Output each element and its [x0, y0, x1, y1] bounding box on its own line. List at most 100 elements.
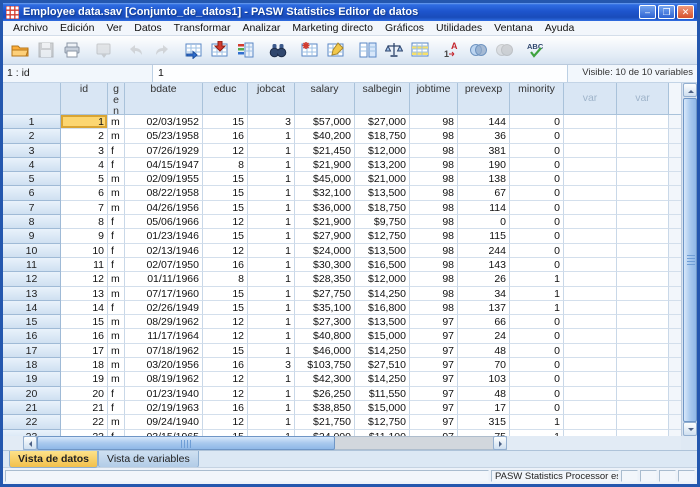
table-cell[interactable]: m	[108, 415, 125, 429]
table-cell[interactable]: 04/26/1956	[125, 201, 203, 215]
row-header-17[interactable]: 17	[3, 344, 61, 358]
table-cell[interactable]	[564, 329, 617, 343]
row-header-21[interactable]: 21	[3, 401, 61, 415]
table-cell[interactable]: 137	[458, 301, 510, 315]
table-cell[interactable]: 0	[510, 315, 564, 329]
table-cell[interactable]: 1	[248, 387, 295, 401]
table-cell[interactable]	[617, 186, 669, 200]
table-cell[interactable]	[564, 172, 617, 186]
table-cell[interactable]: 98	[410, 115, 458, 129]
column-header-minority-10[interactable]: minority	[510, 83, 564, 115]
table-cell[interactable]: m	[108, 272, 125, 286]
table-cell[interactable]: $21,450	[295, 144, 355, 158]
goto-variable-button[interactable]	[208, 38, 232, 62]
table-cell[interactable]: 0	[510, 387, 564, 401]
table-cell[interactable]: 0	[510, 229, 564, 243]
table-cell[interactable]: 0	[510, 115, 564, 129]
table-cell[interactable]	[564, 215, 617, 229]
table-cell[interactable]: 16	[61, 329, 108, 343]
table-cell[interactable]: $24,000	[295, 244, 355, 258]
table-cell[interactable]	[617, 301, 669, 315]
table-cell[interactable]: 0	[510, 158, 564, 172]
table-cell[interactable]: 36	[458, 129, 510, 143]
row-header-15[interactable]: 15	[3, 315, 61, 329]
table-cell[interactable]: m	[108, 344, 125, 358]
table-cell[interactable]	[564, 401, 617, 415]
table-cell[interactable]: 17	[458, 401, 510, 415]
table-cell[interactable]: 8	[203, 272, 248, 286]
column-header-prevexp-9[interactable]: prevexp	[458, 83, 510, 115]
table-cell[interactable]: $12,000	[355, 144, 410, 158]
table-cell[interactable]: 15	[61, 315, 108, 329]
table-cell[interactable]	[564, 144, 617, 158]
table-cell[interactable]: 97	[410, 329, 458, 343]
weight-cases-button[interactable]	[382, 38, 406, 62]
table-cell[interactable]: 15	[203, 186, 248, 200]
table-cell[interactable]	[564, 129, 617, 143]
table-cell[interactable]	[617, 158, 669, 172]
table-cell[interactable]: 98	[410, 272, 458, 286]
table-cell[interactable]: 0	[510, 372, 564, 386]
row-header-7[interactable]: 7	[3, 201, 61, 215]
row-header-22[interactable]: 22	[3, 415, 61, 429]
table-cell[interactable]: 02/03/1952	[125, 115, 203, 129]
table-cell[interactable]: $38,850	[295, 401, 355, 415]
table-cell[interactable]: 7	[61, 201, 108, 215]
table-cell[interactable]: 6	[61, 186, 108, 200]
table-cell[interactable]: 0	[510, 129, 564, 143]
table-cell[interactable]: $14,250	[355, 287, 410, 301]
table-cell[interactable]: 98	[410, 229, 458, 243]
table-cell[interactable]: 15	[203, 172, 248, 186]
table-cell[interactable]: 190	[458, 158, 510, 172]
column-header-bdate-3[interactable]: bdate	[125, 83, 203, 115]
table-cell[interactable]: 1	[248, 201, 295, 215]
table-cell[interactable]: 315	[458, 415, 510, 429]
table-cell[interactable]: 97	[410, 387, 458, 401]
row-header-10[interactable]: 10	[3, 244, 61, 258]
table-cell[interactable]: m	[108, 287, 125, 301]
row-header-9[interactable]: 9	[3, 229, 61, 243]
table-cell[interactable]: 97	[410, 415, 458, 429]
table-cell[interactable]: $27,750	[295, 287, 355, 301]
table-cell[interactable]: 12	[203, 415, 248, 429]
table-cell[interactable]: f	[108, 158, 125, 172]
table-cell[interactable]: 1	[248, 372, 295, 386]
table-cell[interactable]	[617, 329, 669, 343]
table-cell[interactable]: $16,500	[355, 258, 410, 272]
find-button[interactable]	[266, 38, 290, 62]
table-cell[interactable]	[617, 172, 669, 186]
table-cell[interactable]: $9,750	[355, 215, 410, 229]
table-cell[interactable]: 12	[203, 372, 248, 386]
table-cell[interactable]: 98	[410, 129, 458, 143]
column-header-salbegin-7[interactable]: salbegin	[355, 83, 410, 115]
row-header-11[interactable]: 11	[3, 258, 61, 272]
insert-variable-button[interactable]	[324, 38, 348, 62]
table-cell[interactable]: 0	[510, 172, 564, 186]
table-cell[interactable]	[564, 372, 617, 386]
table-cell[interactable]: f	[108, 387, 125, 401]
table-cell[interactable]: 1	[248, 172, 295, 186]
table-cell[interactable]	[564, 387, 617, 401]
show-value-labels-button[interactable]: A1	[440, 38, 464, 62]
table-cell[interactable]: 16	[203, 129, 248, 143]
scroll-right-button[interactable]	[493, 436, 507, 450]
table-cell[interactable]	[564, 258, 617, 272]
scroll-up-button[interactable]	[683, 83, 697, 97]
table-cell[interactable]: 07/26/1929	[125, 144, 203, 158]
vertical-scroll-thumb[interactable]	[683, 98, 697, 422]
row-header-8[interactable]: 8	[3, 215, 61, 229]
table-cell[interactable]: 0	[510, 329, 564, 343]
table-cell[interactable]: 1	[248, 329, 295, 343]
table-cell[interactable]: 9	[61, 229, 108, 243]
table-cell[interactable]: $28,350	[295, 272, 355, 286]
table-cell[interactable]: 12	[61, 272, 108, 286]
table-cell[interactable]	[564, 272, 617, 286]
table-cell[interactable]: 1	[248, 344, 295, 358]
table-cell[interactable]: 3	[248, 358, 295, 372]
table-cell[interactable]: $21,900	[295, 158, 355, 172]
table-cell[interactable]: 0	[510, 144, 564, 158]
table-cell[interactable]: 10	[61, 244, 108, 258]
table-cell[interactable]: 0	[510, 401, 564, 415]
table-cell[interactable]: 67	[458, 186, 510, 200]
split-file-button[interactable]	[356, 38, 380, 62]
